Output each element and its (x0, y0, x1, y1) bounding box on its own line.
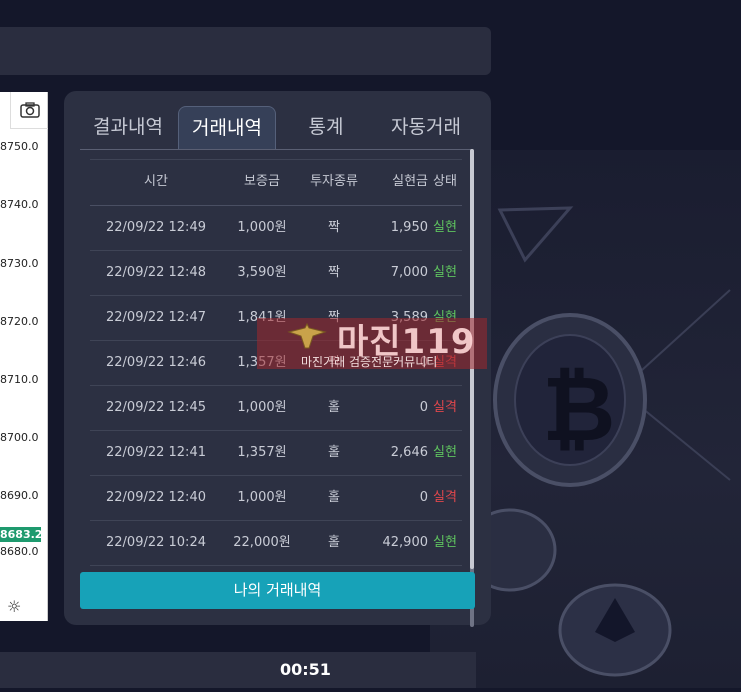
row-type: 홀 (328, 445, 340, 460)
y-tick: 8740.0 (0, 198, 39, 211)
settings-gear-icon[interactable]: ☼ (7, 597, 21, 616)
row-status: 실현 (433, 220, 457, 235)
row-time: 22/09/22 12:40 (106, 490, 206, 505)
row-time: 22/09/22 12:47 (106, 310, 206, 325)
row-time: 22/09/22 10:24 (106, 535, 206, 550)
row-time: 22/09/22 12:45 (106, 400, 206, 415)
row-type: 짝 (328, 220, 340, 235)
row-status: 실현 (433, 535, 457, 550)
countdown-timer: 00:51 (280, 660, 331, 679)
row-time: 22/09/22 12:41 (106, 445, 206, 460)
row-type: 홀 (328, 535, 340, 550)
bottom-bar: 00:51 (0, 652, 476, 688)
row-type: 짝 (328, 265, 340, 280)
eagle-logo-icon (287, 322, 327, 349)
svg-text:₿: ₿ (542, 357, 615, 462)
table-row: 22/09/22 10:24 22,000원 홀 42,900 실현 (90, 521, 462, 566)
y-tick: 8690.0 (0, 489, 39, 502)
y-tick: 8720.0 (0, 315, 39, 328)
tab-bar: 결과내역 거래내역 통계 자동거래 (80, 106, 472, 150)
table-header: 시간 보증금 투자종류 실현금 상태 (90, 159, 462, 206)
y-tick: 8680.0 (0, 545, 39, 558)
table-row: 22/09/22 12:49 1,000원 짝 1,950 실현 (90, 206, 462, 251)
tab-auto-trade[interactable]: 자동거래 (376, 106, 476, 148)
y-tick: 8730.0 (0, 257, 39, 270)
table-row: 22/09/22 12:40 1,000원 홀 0 실격 (90, 476, 462, 521)
y-tick: 8700.0 (0, 431, 39, 444)
row-time: 22/09/22 12:46 (106, 355, 206, 370)
tab-results[interactable]: 결과내역 (80, 106, 176, 148)
col-payout: 실현금 (392, 174, 428, 189)
row-payout: 7,000 (390, 265, 428, 280)
row-status: 실현 (433, 265, 457, 280)
top-bar (0, 27, 491, 75)
camera-icon[interactable] (10, 92, 48, 129)
table-row: 22/09/22 12:45 1,000원 홀 0 실격 (90, 386, 462, 431)
row-status: 실현 (433, 445, 457, 460)
price-chart-panel[interactable]: 8750.0 8740.0 8730.0 8720.0 8710.0 8700.… (0, 92, 48, 621)
row-payout: 0 (419, 400, 428, 415)
row-deposit: 1,000원 (237, 490, 287, 505)
row-type: 홀 (328, 400, 340, 415)
table-row: 22/09/22 12:41 1,357원 홀 2,646 실현 (90, 431, 462, 476)
row-time: 22/09/22 12:49 (106, 220, 206, 235)
col-deposit: 보증금 (244, 174, 280, 189)
row-payout: 1,950 (390, 220, 428, 235)
row-status: 실격 (433, 400, 457, 415)
my-trades-button[interactable]: 나의 거래내역 (80, 572, 475, 609)
col-invest-type: 투자종류 (310, 174, 358, 189)
watermark: 마진119 마진거래 검증전문커뮤니티 (257, 318, 487, 369)
y-tick: 8750.0 (0, 140, 39, 153)
row-type: 홀 (328, 490, 340, 505)
row-deposit: 1,000원 (237, 400, 287, 415)
row-deposit: 22,000원 (233, 535, 291, 550)
row-time: 22/09/22 12:48 (106, 265, 206, 280)
col-time: 시간 (144, 174, 168, 189)
tab-stats[interactable]: 통계 (286, 106, 366, 148)
row-status: 실격 (433, 490, 457, 505)
table-row: 22/09/22 12:48 3,590원 짝 7,000 실현 (90, 251, 462, 296)
row-deposit: 1,357원 (237, 445, 287, 460)
current-price-tag: 8683.2 (0, 527, 43, 542)
y-tick: 8710.0 (0, 373, 39, 386)
row-deposit: 3,590원 (237, 265, 287, 280)
watermark-subtitle: 마진거래 검증전문커뮤니티 (301, 355, 438, 369)
row-deposit: 1,000원 (237, 220, 287, 235)
row-payout: 2,646 (390, 445, 428, 460)
row-payout: 42,900 (382, 535, 429, 550)
tab-trades[interactable]: 거래내역 (178, 106, 276, 149)
row-payout: 0 (419, 490, 428, 505)
col-status: 상태 (433, 174, 457, 189)
